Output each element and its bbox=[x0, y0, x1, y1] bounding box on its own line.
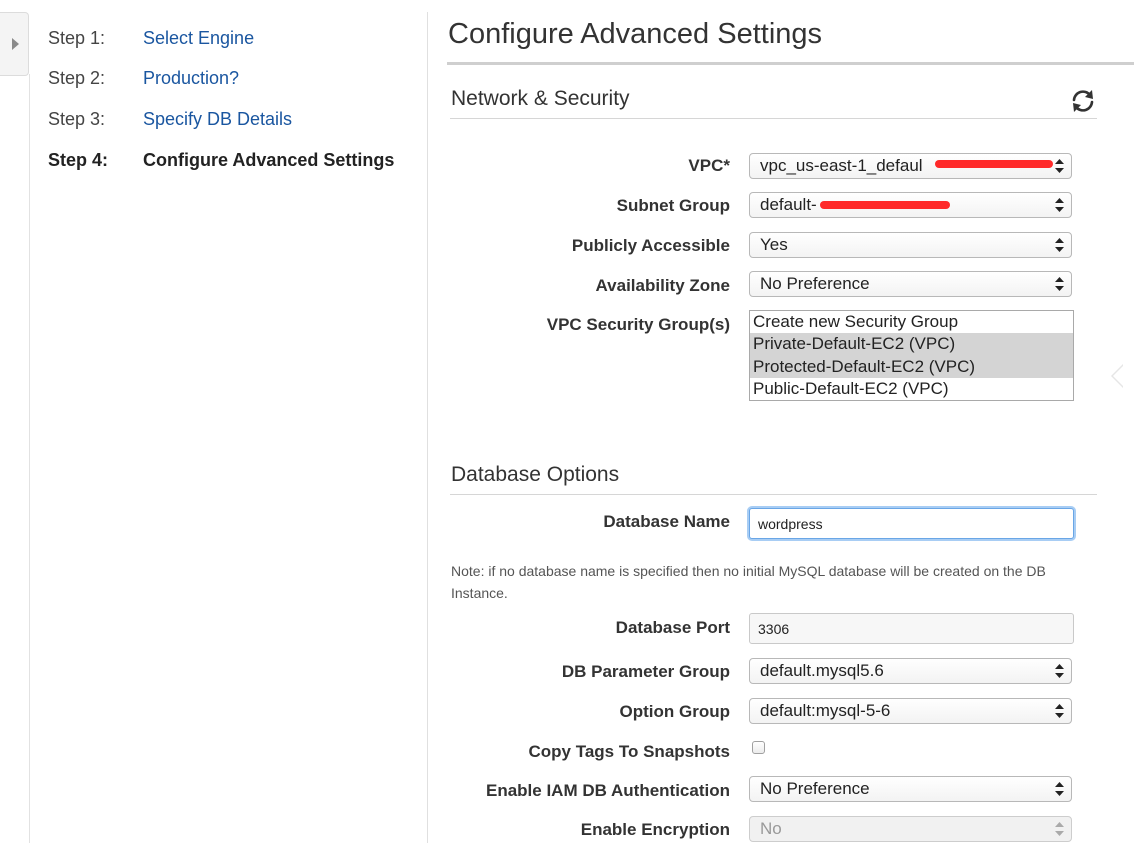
select-arrows-icon bbox=[1055, 277, 1064, 291]
section-title-database-options: Database Options bbox=[451, 463, 620, 486]
step-number: Step 4: bbox=[48, 150, 109, 170]
copy-tags-checkbox[interactable] bbox=[752, 741, 765, 754]
help-panel-notch-inner bbox=[1113, 366, 1123, 386]
db-parameter-group-label: DB Parameter Group bbox=[561, 662, 730, 681]
select-arrows-icon bbox=[1055, 198, 1064, 212]
select-arrows-icon bbox=[1055, 238, 1064, 252]
copy-tags-label: Copy Tags To Snapshots bbox=[528, 742, 731, 761]
step-link-select-engine[interactable]: Select Engine bbox=[143, 28, 254, 49]
encryption-select-value: No bbox=[760, 819, 782, 838]
vpc-security-groups-label: VPC Security Group(s) bbox=[546, 315, 730, 334]
subnet-group-label: Subnet Group bbox=[616, 196, 730, 215]
section-title-network-security: Network & Security bbox=[451, 87, 630, 110]
database-port-input[interactable] bbox=[749, 613, 1074, 644]
database-name-input[interactable] bbox=[749, 508, 1074, 539]
step-label-current: Configure Advanced Settings bbox=[143, 150, 395, 170]
redaction-mark bbox=[820, 201, 950, 209]
step-link-specify-db-details[interactable]: Specify DB Details bbox=[143, 109, 292, 130]
db-parameter-group-select-value: default.mysql5.6 bbox=[760, 661, 884, 680]
listbox-option-selected[interactable]: Protected-Default-EC2 (VPC) bbox=[750, 355, 1073, 378]
vpc-security-groups-listbox[interactable]: Create new Security Group Private-Defaul… bbox=[749, 310, 1074, 401]
chevron-right-icon bbox=[12, 38, 19, 50]
database-name-label: Database Name bbox=[603, 512, 730, 531]
subnet-group-select-value: default- bbox=[760, 195, 817, 214]
vpc-select-value: vpc_us-east-1_defaul bbox=[760, 156, 923, 175]
step-number: Step 3: bbox=[48, 109, 106, 129]
availability-zone-select[interactable]: No Preference bbox=[749, 271, 1072, 297]
section-divider bbox=[450, 118, 1097, 119]
subnet-group-select[interactable]: default- bbox=[749, 192, 1072, 218]
vpc-label: VPC* bbox=[688, 156, 730, 175]
refresh-icon[interactable] bbox=[1069, 88, 1097, 114]
step-number: Step 2: bbox=[48, 68, 106, 88]
sidebar-expand-toggle[interactable] bbox=[0, 12, 29, 76]
option-group-select-value: default:mysql-5-6 bbox=[760, 701, 891, 720]
listbox-option[interactable]: Public-Default-EC2 (VPC) bbox=[750, 378, 1073, 400]
step-link-production[interactable]: Production? bbox=[143, 68, 239, 89]
availability-zone-select-value: No Preference bbox=[760, 274, 870, 293]
encryption-select[interactable]: No bbox=[749, 816, 1072, 842]
select-arrows-icon bbox=[1055, 159, 1064, 173]
encryption-label: Enable Encryption bbox=[580, 820, 730, 839]
wizard-divider bbox=[427, 12, 428, 843]
listbox-option[interactable]: Create new Security Group bbox=[750, 311, 1073, 333]
publicly-accessible-select[interactable]: Yes bbox=[749, 232, 1072, 258]
publicly-accessible-select-value: Yes bbox=[760, 235, 788, 254]
page-title: Configure Advanced Settings bbox=[448, 18, 823, 50]
select-arrows-icon bbox=[1055, 822, 1064, 836]
database-port-label: Database Port bbox=[615, 618, 730, 637]
select-arrows-icon bbox=[1055, 704, 1064, 718]
iam-auth-label: Enable IAM DB Authentication bbox=[486, 781, 730, 800]
option-group-select[interactable]: default:mysql-5-6 bbox=[749, 698, 1072, 724]
vpc-select[interactable]: vpc_us-east-1_defaul bbox=[749, 153, 1072, 179]
select-arrows-icon bbox=[1055, 782, 1064, 796]
option-group-label: Option Group bbox=[619, 702, 730, 721]
iam-auth-select[interactable]: No Preference bbox=[749, 776, 1072, 802]
select-arrows-icon bbox=[1055, 664, 1064, 678]
step-number: Step 1: bbox=[48, 28, 106, 48]
sidebar-divider bbox=[29, 74, 30, 843]
section-divider bbox=[450, 494, 1097, 495]
publicly-accessible-label: Publicly Accessible bbox=[571, 236, 730, 255]
listbox-option-selected[interactable]: Private-Default-EC2 (VPC) bbox=[750, 333, 1073, 356]
availability-zone-label: Availability Zone bbox=[595, 276, 730, 295]
redaction-mark bbox=[935, 160, 1053, 168]
iam-auth-select-value: No Preference bbox=[760, 779, 870, 798]
database-name-note: Note: if no database name is specified t… bbox=[451, 563, 1046, 601]
db-parameter-group-select[interactable]: default.mysql5.6 bbox=[749, 658, 1072, 684]
title-divider bbox=[447, 62, 1134, 65]
